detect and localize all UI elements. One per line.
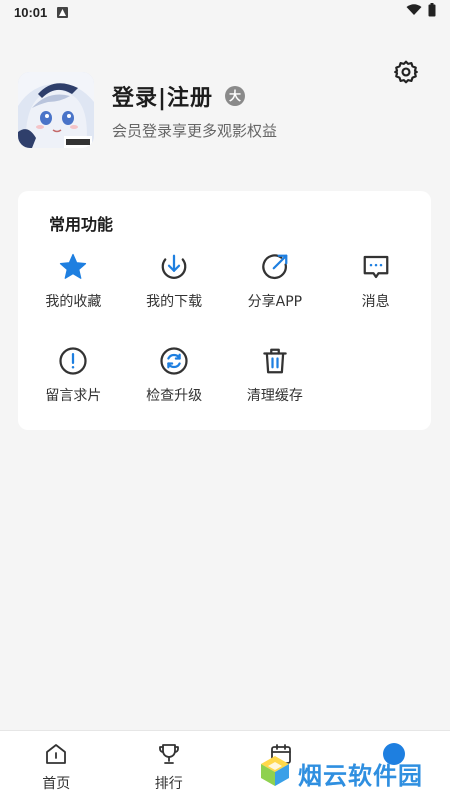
battery-icon: [428, 3, 436, 21]
message-icon: [360, 251, 392, 283]
home-icon: [43, 741, 69, 767]
trash-icon: [259, 345, 291, 377]
level-badge: 大: [225, 85, 246, 106]
login-register-link[interactable]: 登录|注册: [112, 80, 213, 112]
refresh-icon: [158, 345, 190, 377]
tab-home[interactable]: 首页: [0, 731, 113, 800]
profile-text: 登录|注册 大 会员登录享更多观影权益: [112, 80, 277, 141]
function-grid: 我的收藏 我的下载 分享APP 消息 留言求片 检查升级 清理缓存: [23, 247, 426, 435]
avatar[interactable]: [18, 72, 94, 148]
watermark-text: 烟云软件园: [298, 761, 423, 790]
share-app-label: 分享APP: [247, 294, 303, 310]
check-update-label: 检查升级: [146, 388, 203, 404]
request-movie-label: 留言求片: [45, 388, 102, 404]
tab-ranking-label: 排行: [154, 776, 183, 792]
gear-icon: [394, 60, 418, 84]
section-title: 常用功能: [49, 215, 114, 234]
profile-subtitle: 会员登录享更多观影权益: [112, 121, 278, 140]
check-update-button[interactable]: 检查升级: [124, 341, 225, 435]
clear-cache-label: 清理缓存: [246, 388, 303, 404]
messages-label: 消息: [361, 294, 390, 310]
trophy-icon: [156, 741, 182, 767]
download-icon: [158, 251, 190, 283]
favorites-button[interactable]: 我的收藏: [23, 247, 124, 341]
status-time: 10:01: [14, 4, 48, 20]
share-icon: [259, 251, 291, 283]
tab-home-label: 首页: [42, 776, 71, 792]
clear-cache-button[interactable]: 清理缓存: [225, 341, 326, 435]
star-icon: [57, 251, 89, 283]
tab-ranking[interactable]: 排行: [113, 731, 226, 800]
downloads-button[interactable]: 我的下载: [124, 247, 225, 341]
notification-icon: [57, 6, 69, 18]
share-app-button[interactable]: 分享APP: [225, 247, 326, 341]
favorites-label: 我的收藏: [45, 294, 102, 310]
downloads-label: 我的下载: [146, 294, 203, 310]
watermark: 烟云软件园: [258, 754, 423, 792]
wifi-icon: [406, 4, 422, 20]
profile-header[interactable]: 登录|注册 大 会员登录享更多观影权益: [18, 72, 277, 148]
status-bar: 10:01: [0, 0, 450, 24]
exclamation-icon: [57, 345, 89, 377]
settings-button[interactable]: [392, 58, 420, 86]
common-functions-card: 常用功能 我的收藏 我的下载 分享APP 消息 留言求片 检查升级 清理缓存: [18, 191, 431, 430]
messages-button[interactable]: 消息: [325, 247, 426, 341]
watermark-logo-icon: [258, 754, 292, 792]
request-movie-button[interactable]: 留言求片: [23, 341, 124, 435]
